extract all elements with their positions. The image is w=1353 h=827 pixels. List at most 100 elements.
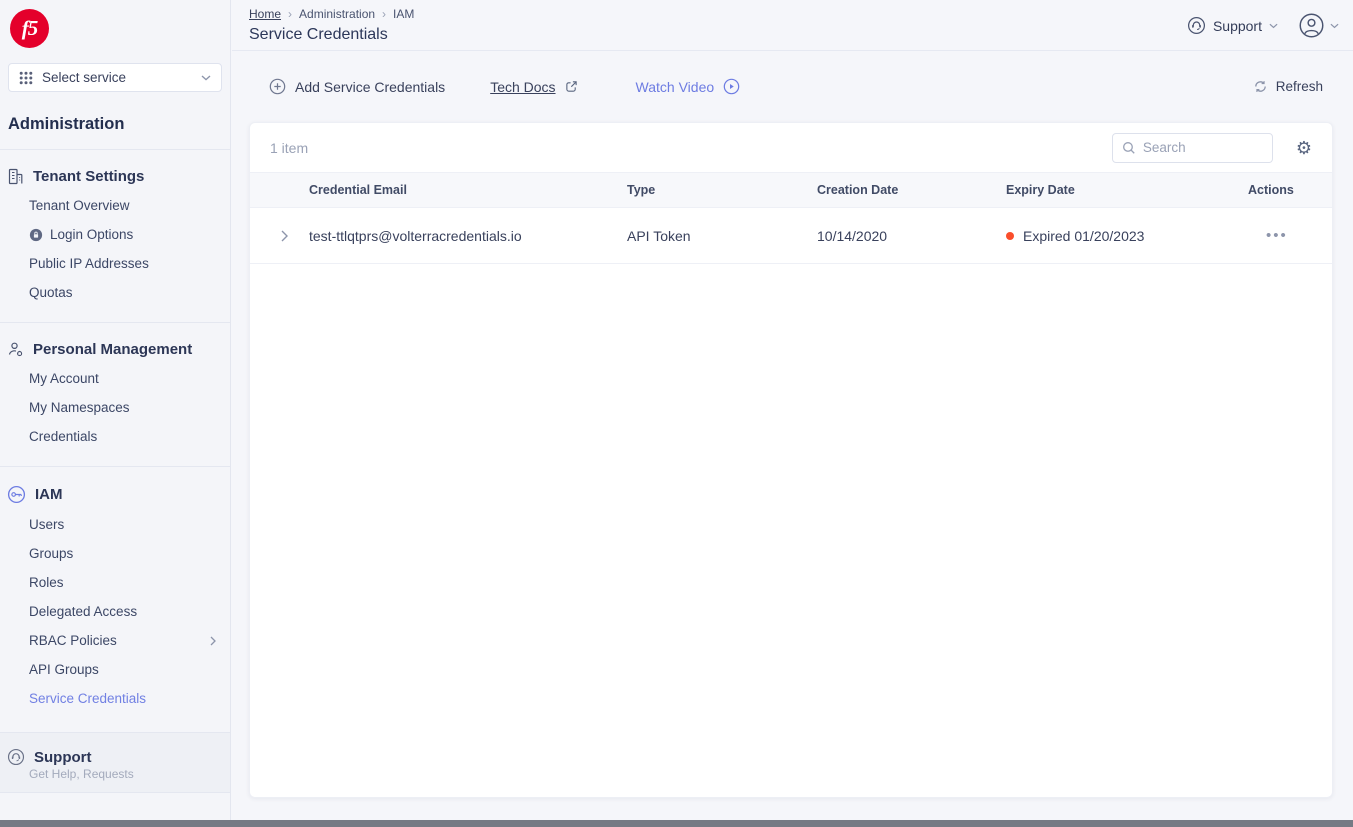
building-icon — [7, 168, 24, 185]
sidebar-item-credentials[interactable]: Credentials — [0, 422, 230, 451]
sidebar-item-login-options[interactable]: Login Options — [0, 220, 230, 249]
f5-logo[interactable]: f5 — [10, 9, 49, 48]
sidebar-item-users[interactable]: Users — [0, 510, 230, 539]
sidebar-item-label: RBAC Policies — [29, 633, 117, 648]
add-button-label: Add Service Credentials — [295, 79, 445, 95]
support-headset-icon — [1187, 16, 1206, 35]
row-expand-button[interactable] — [250, 230, 309, 242]
sidebar-section-tenant-settings: Tenant Settings Tenant Overview Login Op… — [0, 150, 230, 322]
watch-video-link[interactable]: Watch Video — [636, 78, 741, 95]
sidebar-heading: Administration — [8, 115, 222, 134]
sidebar-item-label: Groups — [29, 546, 73, 561]
page-header: Home › Administration › IAM Service Cred… — [232, 0, 1353, 51]
sidebar: f5 Select service Administration — [0, 0, 231, 820]
sidebar-item-label: Public IP Addresses — [29, 256, 149, 271]
sidebar-item-service-credentials[interactable]: Service Credentials — [0, 684, 230, 713]
sidebar-item-label: Delegated Access — [29, 604, 137, 619]
col-actions: Actions — [1248, 183, 1332, 197]
sidebar-item-api-groups[interactable]: API Groups — [0, 655, 230, 684]
card-toolbar: 1 item ⚙ — [250, 123, 1332, 172]
cell-expiry-date: Expired 01/20/2023 — [1006, 228, 1248, 244]
sidebar-item-rbac-policies[interactable]: RBAC Policies — [0, 626, 230, 655]
breadcrumb-iam[interactable]: IAM — [393, 7, 414, 21]
cell-credential-email: test-ttlqtprs@volterracredentials.io — [309, 228, 627, 244]
support-menu[interactable]: Support — [1187, 16, 1278, 35]
grid-icon — [19, 71, 33, 85]
chevron-down-icon — [201, 75, 211, 81]
chevron-down-icon — [1269, 23, 1278, 29]
divider — [0, 792, 230, 793]
sidebar-item-label: My Account — [29, 371, 99, 386]
table-row: test-ttlqtprs@volterracredentials.io API… — [250, 208, 1332, 264]
sidebar-support-subtitle: Get Help, Requests — [0, 767, 230, 781]
sidebar-item-label: Login Options — [50, 227, 133, 242]
chevron-right-icon — [210, 636, 216, 646]
cell-creation-date: 10/14/2020 — [817, 228, 1006, 244]
col-expiry-date: Expiry Date — [1006, 183, 1248, 197]
sidebar-item-label: Roles — [29, 575, 64, 590]
play-circle-icon — [723, 78, 740, 95]
sidebar-item-label: My Namespaces — [29, 400, 130, 415]
key-icon — [7, 485, 26, 504]
search-box[interactable] — [1112, 133, 1273, 163]
expired-status-dot — [1006, 232, 1014, 240]
expiry-status-label: Expired 01/20/2023 — [1023, 228, 1144, 244]
sidebar-item-groups[interactable]: Groups — [0, 539, 230, 568]
support-menu-label: Support — [1213, 18, 1262, 34]
sidebar-support[interactable]: Support Get Help, Requests — [0, 733, 230, 792]
service-selector-label: Select service — [42, 70, 192, 85]
sidebar-section-title: Personal Management — [0, 336, 230, 364]
search-input[interactable] — [1143, 140, 1263, 155]
sidebar-item-label: Service Credentials — [29, 691, 146, 706]
row-actions-menu[interactable]: ••• — [1248, 227, 1332, 244]
breadcrumb-separator: › — [288, 7, 292, 21]
external-link-icon — [565, 80, 578, 93]
header-controls: Support — [1187, 0, 1339, 51]
refresh-icon — [1253, 79, 1268, 94]
col-type: Type — [627, 183, 817, 197]
section-title-label: Tenant Settings — [33, 168, 144, 185]
sidebar-section-personal-management: Personal Management My Account My Namesp… — [0, 323, 230, 466]
breadcrumb-separator: › — [382, 7, 386, 21]
sidebar-item-label: Credentials — [29, 429, 97, 444]
breadcrumb-home[interactable]: Home — [249, 7, 281, 21]
watch-video-label: Watch Video — [636, 79, 715, 95]
sidebar-item-label: API Groups — [29, 662, 99, 677]
sidebar-support-label: Support — [34, 749, 92, 766]
sidebar-support-title-row: Support — [0, 743, 230, 767]
sidebar-item-label: Quotas — [29, 285, 73, 300]
sidebar-item-roles[interactable]: Roles — [0, 568, 230, 597]
gear-icon[interactable]: ⚙ — [1296, 139, 1312, 157]
bottom-edge-bar — [0, 820, 1353, 827]
sidebar-item-my-namespaces[interactable]: My Namespaces — [0, 393, 230, 422]
cell-type: API Token — [627, 228, 817, 244]
sidebar-item-label: Users — [29, 517, 64, 532]
sidebar-item-delegated-access[interactable]: Delegated Access — [0, 597, 230, 626]
sidebar-item-my-account[interactable]: My Account — [0, 364, 230, 393]
credentials-card: 1 item ⚙ Credential Email Type Creation … — [249, 122, 1333, 798]
service-selector[interactable]: Select service — [8, 63, 222, 92]
col-creation-date: Creation Date — [817, 183, 1006, 197]
person-gear-icon — [7, 341, 24, 358]
tech-docs-label: Tech Docs — [490, 79, 555, 95]
col-credential-email: Credential Email — [309, 183, 627, 197]
add-service-credentials-button[interactable]: Add Service Credentials — [269, 78, 445, 95]
sidebar-item-tenant-overview[interactable]: Tenant Overview — [0, 191, 230, 220]
sidebar-item-quotas[interactable]: Quotas — [0, 278, 230, 307]
sidebar-section-title: IAM — [0, 480, 230, 510]
search-icon — [1122, 141, 1136, 155]
sidebar-section-title: Tenant Settings — [0, 163, 230, 191]
lock-circle-icon — [29, 228, 43, 242]
support-headset-icon — [7, 748, 25, 766]
table-header: Credential Email Type Creation Date Expi… — [250, 172, 1332, 208]
account-menu[interactable] — [1298, 12, 1339, 39]
breadcrumb-administration[interactable]: Administration — [299, 7, 375, 21]
sidebar-item-label: Tenant Overview — [29, 198, 130, 213]
tech-docs-link[interactable]: Tech Docs — [490, 79, 577, 95]
section-title-label: Personal Management — [33, 341, 192, 358]
refresh-button[interactable]: Refresh — [1253, 79, 1323, 94]
main-area: Home › Administration › IAM Service Cred… — [232, 0, 1353, 820]
sidebar-item-public-ip-addresses[interactable]: Public IP Addresses — [0, 249, 230, 278]
plus-circle-icon — [269, 78, 286, 95]
refresh-label: Refresh — [1276, 79, 1323, 94]
